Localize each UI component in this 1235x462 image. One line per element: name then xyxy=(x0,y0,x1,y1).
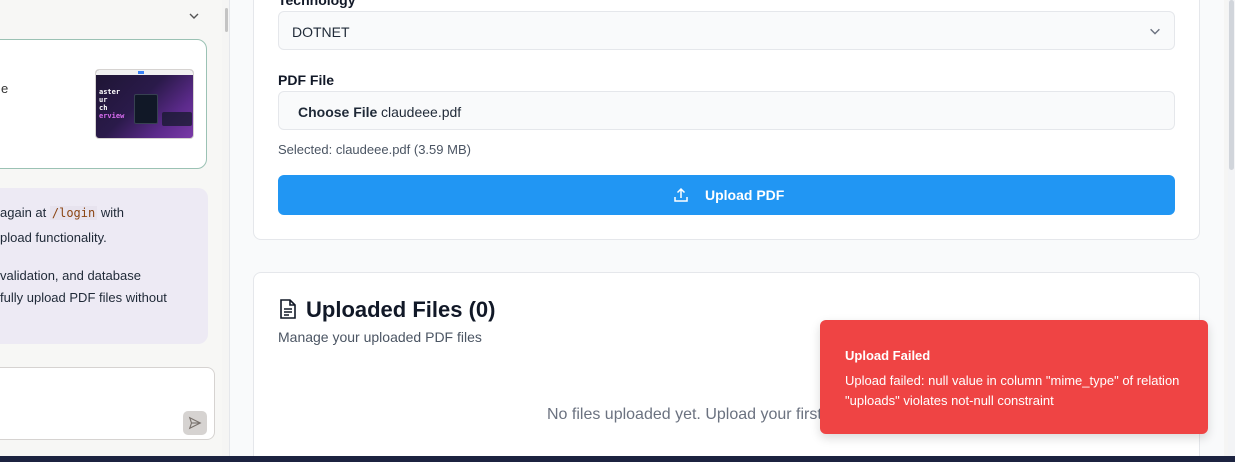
technology-value: DOTNET xyxy=(292,24,350,40)
page-scrollbar[interactable] xyxy=(1228,0,1235,456)
artifact-title-fragment: e xyxy=(1,81,9,96)
message-line: fully upload PDF files without xyxy=(0,290,167,305)
upload-button-label: Upload PDF xyxy=(705,187,785,203)
send-button[interactable] xyxy=(183,411,207,435)
upload-pdf-button[interactable]: Upload PDF xyxy=(278,175,1175,215)
uploaded-files-title: Uploaded Files (0) xyxy=(306,297,496,322)
empty-state-text: No files uploaded yet. Upload your first xyxy=(547,406,822,423)
chevron-down-icon[interactable] xyxy=(186,8,202,24)
message-line: pload functionality. xyxy=(0,230,107,245)
inline-code: /login xyxy=(49,206,98,220)
technology-label: Technology xyxy=(278,0,356,8)
technology-select[interactable]: DOTNET xyxy=(278,11,1175,50)
selected-file-info: Selected: claudeee.pdf (3.59 MB) xyxy=(278,142,471,157)
choose-file-button[interactable]: Choose File xyxy=(298,104,377,120)
assistant-message: again at /login with pload functionality… xyxy=(0,188,208,344)
send-icon xyxy=(188,416,202,430)
message-line: validation, and database xyxy=(0,268,141,283)
document-icon xyxy=(280,299,296,319)
chevron-down-icon xyxy=(1150,28,1160,35)
toast-title: Upload Failed xyxy=(845,348,931,363)
error-toast[interactable]: Upload Failed Upload failed: null value … xyxy=(820,320,1208,434)
message-line: again at /login with xyxy=(0,205,124,220)
pdf-file-input[interactable]: Choose File claudeee.pdf xyxy=(278,91,1175,130)
pdf-file-label: PDF File xyxy=(278,72,335,88)
uploaded-files-subtitle: Manage your uploaded PDF files xyxy=(278,329,482,345)
upload-icon xyxy=(674,187,688,202)
file-name: claudeee.pdf xyxy=(381,104,462,120)
chat-panel: e aster ur ch erview again at /login wit… xyxy=(0,0,222,456)
toast-description: Upload failed: null value in column "mim… xyxy=(845,373,1180,408)
panel-scrollbar[interactable] xyxy=(225,8,228,32)
artifact-card[interactable]: e aster ur ch erview xyxy=(0,39,207,169)
taskbar xyxy=(0,456,1235,462)
artifact-thumbnail: aster ur ch erview xyxy=(95,69,194,139)
